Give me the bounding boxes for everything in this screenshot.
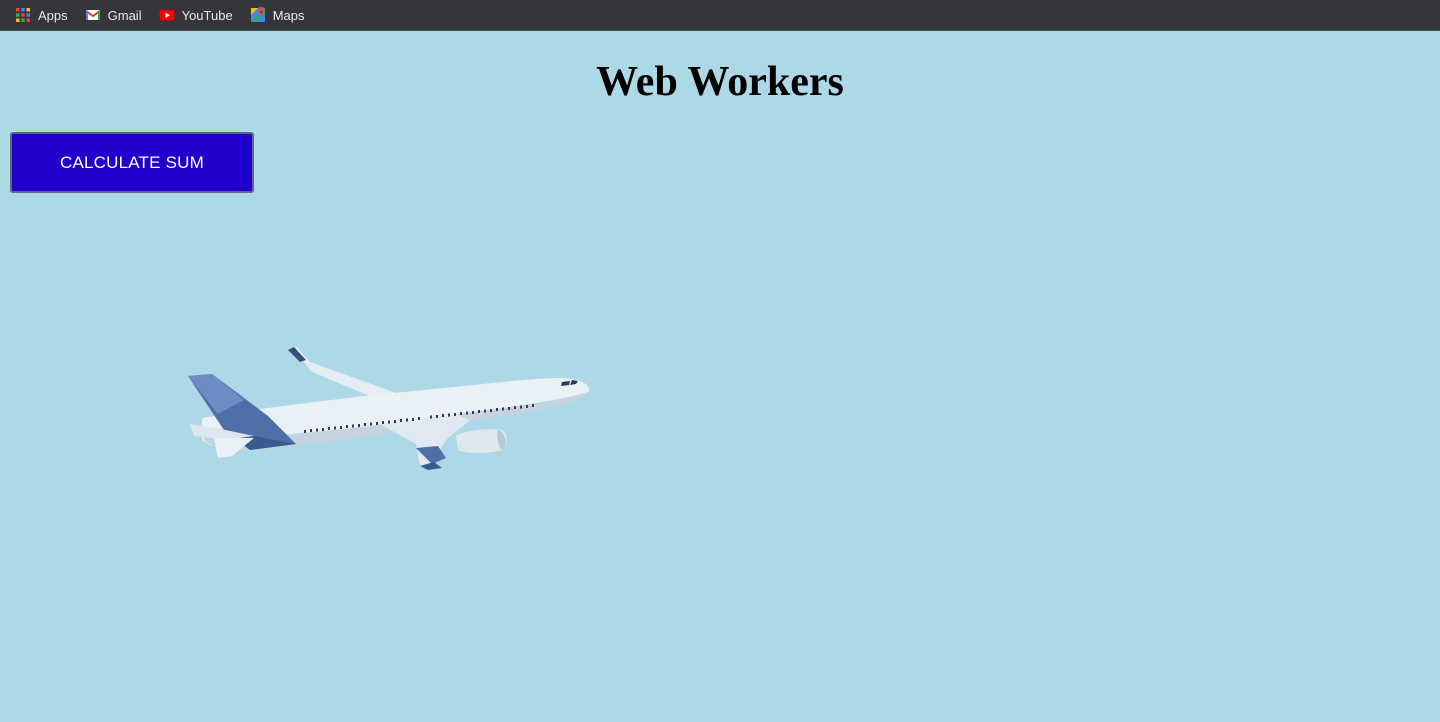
youtube-icon xyxy=(159,10,175,21)
gmail-icon xyxy=(85,10,101,20)
bookmark-label-maps: Maps xyxy=(272,7,305,23)
bookmark-label-apps: Apps xyxy=(38,7,68,23)
bookmark-apps[interactable]: Apps xyxy=(15,3,68,27)
bookmark-label-gmail: Gmail xyxy=(107,7,142,23)
apps-grid-icon xyxy=(16,8,30,22)
bookmark-gmail[interactable]: Gmail xyxy=(85,3,142,27)
maps-icon xyxy=(250,7,265,22)
bookmarks-bar: Apps Gmail YouTube Maps xyxy=(0,0,1440,31)
page-title: Web Workers xyxy=(596,59,844,105)
bookmark-maps[interactable]: Maps xyxy=(250,3,305,27)
calculate-sum-button[interactable]: CALCULATE SUM xyxy=(10,132,254,193)
bookmark-youtube[interactable]: YouTube xyxy=(159,3,233,27)
bookmark-label-youtube: YouTube xyxy=(181,7,233,23)
airplane-image xyxy=(188,346,590,470)
